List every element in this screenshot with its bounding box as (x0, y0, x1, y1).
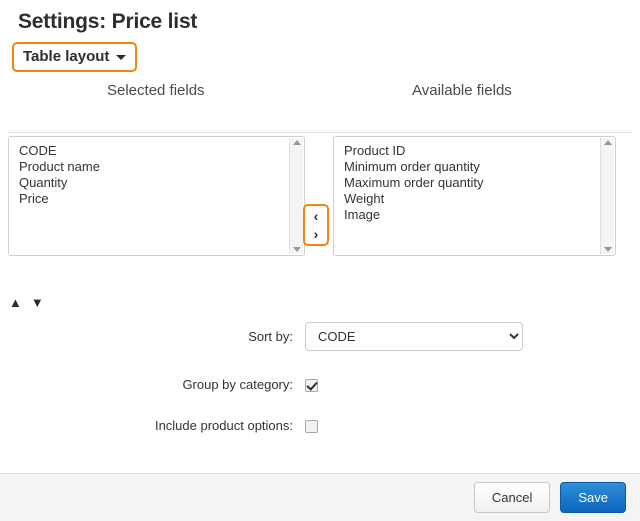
scroll-down-icon[interactable] (292, 247, 301, 252)
sort-by-control: CODE (305, 322, 640, 351)
cancel-button[interactable]: Cancel (473, 482, 551, 513)
move-to-selected-button[interactable]: ‹ (305, 207, 327, 225)
save-button[interactable]: Save (560, 482, 626, 513)
selected-fields-header: Selected fields (107, 82, 205, 99)
page-title: Settings: Price list (18, 10, 198, 33)
group-by-category-checkbox[interactable] (305, 379, 318, 393)
sort-by-select[interactable]: CODE (305, 322, 523, 351)
layout-switcher-label: Table layout (23, 48, 110, 65)
selected-fields-listbox[interactable]: CODE Product name Quantity Price (8, 136, 305, 256)
column-headers: Selected fields Available fields (0, 82, 640, 116)
available-fields-listbox[interactable]: Product ID Minimum order quantity Maximu… (333, 136, 616, 256)
list-item[interactable]: CODE (19, 143, 288, 159)
list-item[interactable]: Quantity (19, 175, 288, 191)
dual-list-picker: CODE Product name Quantity Price ‹ › Pro… (0, 136, 640, 268)
layout-switcher-dropdown[interactable]: Table layout (12, 42, 138, 72)
settings-form: Sort by: CODE Group by category: Include… (0, 322, 640, 459)
header-divider (8, 132, 632, 133)
selected-fields-scrollbar[interactable] (289, 138, 303, 254)
include-product-options-row: Include product options: (0, 418, 640, 434)
include-product-options-control (305, 418, 640, 434)
include-product-options-checkbox[interactable] (305, 420, 318, 434)
sort-by-row: Sort by: CODE (0, 322, 640, 351)
selected-fields-options: CODE Product name Quantity Price (9, 143, 304, 255)
sort-by-label: Sort by: (248, 329, 293, 344)
move-up-button[interactable]: ▲ (9, 296, 22, 309)
reorder-controls: ▲ ▼ (9, 296, 44, 309)
group-by-category-row: Group by category: (0, 377, 640, 393)
include-product-options-label: Include product options: (154, 418, 293, 434)
list-item[interactable]: Minimum order quantity (344, 159, 599, 175)
list-item[interactable]: Product ID (344, 143, 599, 159)
list-item[interactable]: Image (344, 207, 599, 223)
available-fields-options: Product ID Minimum order quantity Maximu… (334, 143, 615, 255)
available-fields-scrollbar[interactable] (600, 138, 614, 254)
list-item[interactable]: Product name (19, 159, 288, 175)
available-fields-header: Available fields (412, 82, 512, 99)
scroll-up-icon[interactable] (603, 140, 612, 145)
list-item[interactable]: Maximum order quantity (344, 175, 599, 191)
scroll-up-icon[interactable] (292, 140, 301, 145)
move-down-button[interactable]: ▼ (31, 296, 44, 309)
group-by-category-label: Group by category: (182, 377, 293, 393)
scroll-down-icon[interactable] (603, 247, 612, 252)
group-by-category-control (305, 377, 640, 393)
layout-switcher-container: Table layout (0, 36, 640, 72)
list-item[interactable]: Price (19, 191, 288, 207)
move-to-available-button[interactable]: › (305, 225, 327, 243)
dialog-footer: Cancel Save (0, 473, 640, 521)
chevron-down-icon (116, 55, 127, 60)
transfer-buttons-group: ‹ › (303, 204, 329, 246)
list-item[interactable]: Weight (344, 191, 599, 207)
